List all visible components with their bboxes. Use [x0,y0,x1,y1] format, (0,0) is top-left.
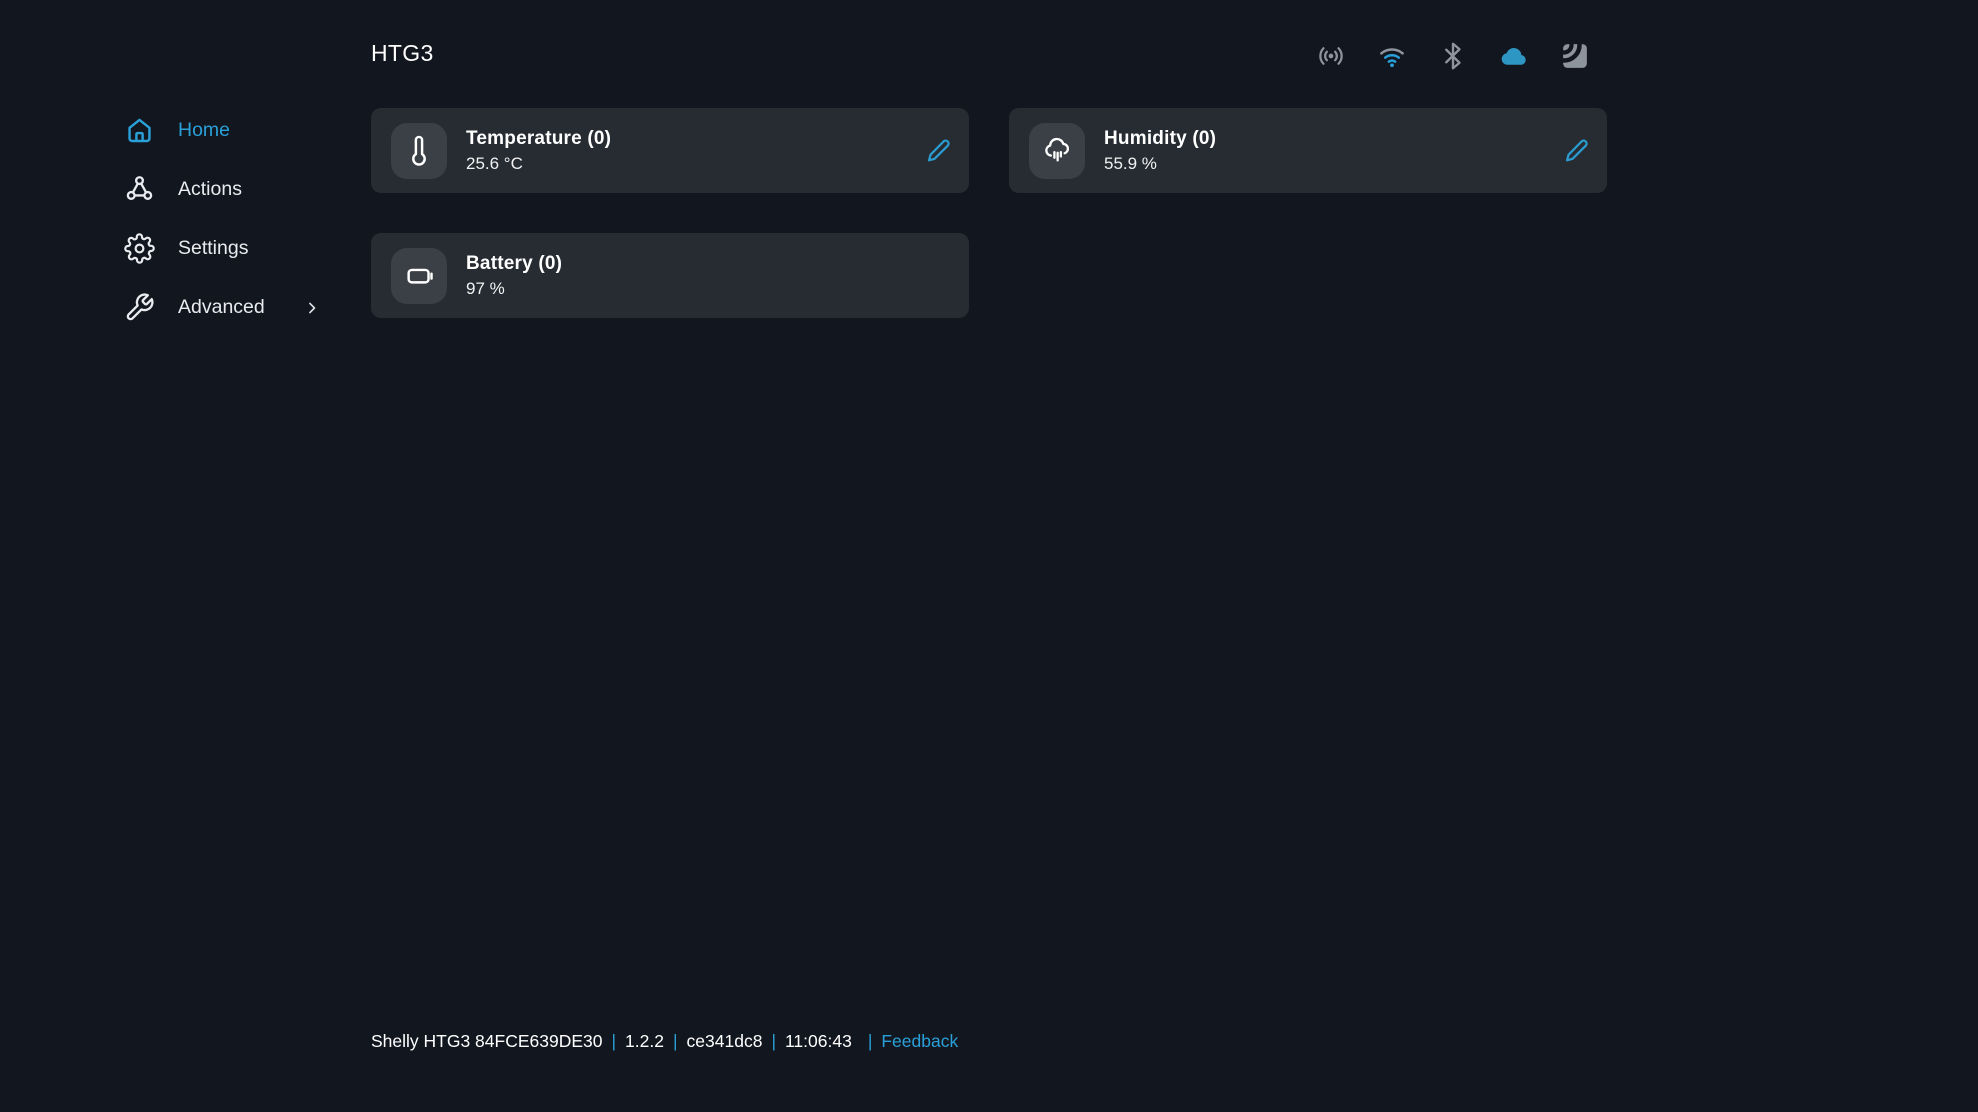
humidity-icon [1029,123,1085,179]
card-value: 55.9 % [1104,154,1216,174]
footer-separator: | [673,1031,678,1052]
shelly-device-page: HTG3 [0,0,1978,1112]
sidebar-item-label: Actions [178,178,242,201]
feedback-link[interactable]: Feedback [881,1031,958,1052]
sidebar-item-label: Settings [178,237,248,260]
settings-gear-icon [124,233,155,264]
actions-icon [124,174,155,205]
thermometer-icon [391,123,447,179]
device-time: 11:06:43 [785,1031,852,1052]
wifi-icon [1377,41,1407,71]
build-id: ce341dc8 [687,1031,763,1052]
sidebar: Home Actions Settings [0,101,371,337]
chevron-right-icon [302,298,322,318]
sensor-cards: Temperature (0) 25.6 °C Humidity (0) [371,108,1607,318]
footer-separator: | [868,1031,873,1052]
card-value: 97 % [466,279,562,299]
footer-separator: | [612,1031,617,1052]
pencil-icon [925,137,952,164]
humidity-card: Humidity (0) 55.9 % [1009,108,1607,193]
edit-humidity-button[interactable] [1559,134,1593,168]
card-title: Humidity (0) [1104,128,1216,150]
sidebar-item-advanced[interactable]: Advanced [0,278,371,337]
footer: Shelly HTG3 84FCE639DE30 | 1.2.2 | ce341… [371,1031,958,1052]
sidebar-item-settings[interactable]: Settings [0,219,371,278]
status-icons [1316,41,1590,71]
footer-separator: | [771,1031,776,1052]
firmware-version: 1.2.2 [625,1031,664,1052]
sidebar-item-home[interactable]: Home [0,101,371,160]
sidebar-item-label: Home [178,119,230,142]
wrench-icon [124,292,155,323]
cloud-icon [1499,41,1529,71]
card-value: 25.6 °C [466,154,611,174]
bluetooth-icon [1438,41,1468,71]
mqtt-icon [1560,41,1590,71]
battery-icon [391,248,447,304]
page-title: HTG3 [371,40,434,67]
sidebar-item-label: Advanced [178,296,265,319]
edit-temperature-button[interactable] [921,134,955,168]
ble-broadcast-icon [1316,41,1346,71]
battery-card: Battery (0) 97 % [371,233,969,318]
sidebar-item-actions[interactable]: Actions [0,160,371,219]
pencil-icon [1563,137,1590,164]
card-title: Battery (0) [466,253,562,275]
temperature-card: Temperature (0) 25.6 °C [371,108,969,193]
card-title: Temperature (0) [466,128,611,150]
device-id: Shelly HTG3 84FCE639DE30 [371,1031,603,1052]
home-icon [124,115,155,146]
